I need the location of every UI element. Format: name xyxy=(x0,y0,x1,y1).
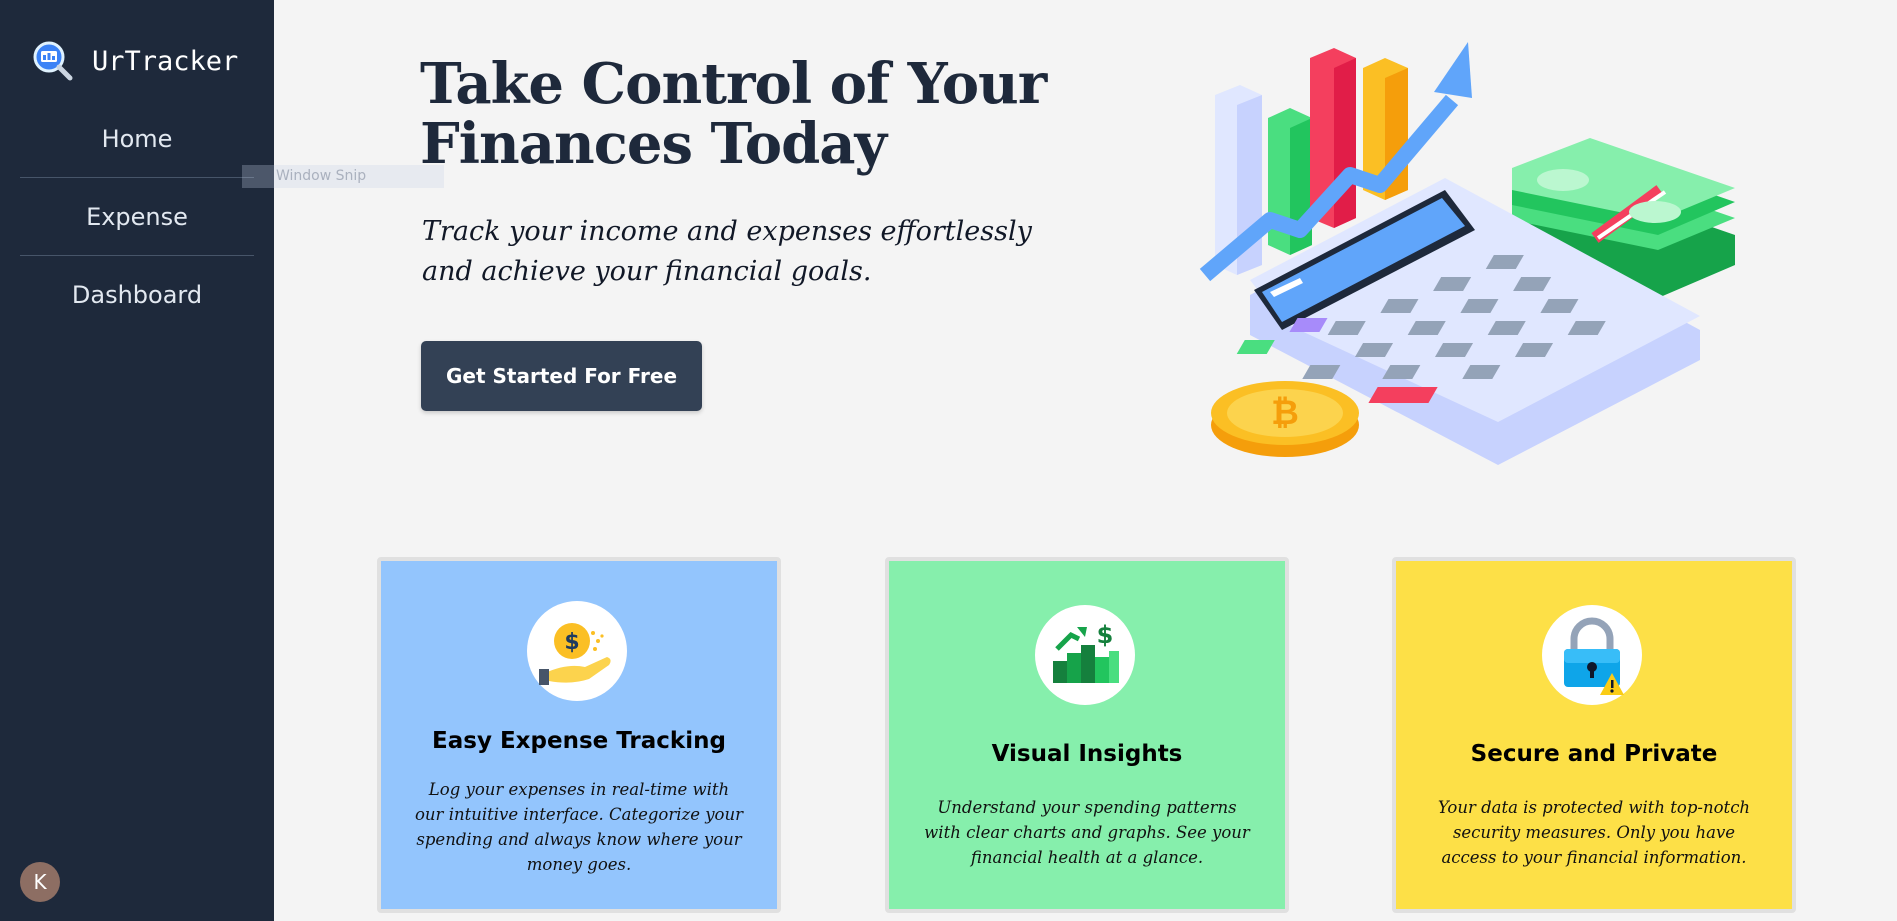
growth-chart-icon: $ xyxy=(1035,605,1135,705)
svg-text:$: $ xyxy=(1097,621,1114,649)
sidebar: UrTracker Home Expense Dashboard K xyxy=(0,0,274,921)
sidebar-item-expense[interactable]: Expense xyxy=(20,178,254,255)
feature-description: Understand your spending patterns with c… xyxy=(924,798,1250,867)
get-started-button[interactable]: Get Started For Free xyxy=(421,341,702,411)
feature-description: Your data is protected with top-notch se… xyxy=(1437,798,1751,867)
feature-card-visual-insights: $ Visual Insights Understand your spendi… xyxy=(885,557,1289,913)
svg-text:$: $ xyxy=(564,630,579,655)
hero-subtitle: Track your income and expenses effortles… xyxy=(422,216,1032,287)
feature-title: Visual Insights xyxy=(991,741,1183,767)
sidebar-nav: Home Expense Dashboard xyxy=(20,100,254,333)
magnifier-chart-icon xyxy=(32,40,74,82)
avatar[interactable]: K xyxy=(20,862,60,902)
window-snip-overlay: Window Snip xyxy=(242,165,444,188)
brand-name: UrTracker xyxy=(92,45,239,77)
brand[interactable]: UrTracker xyxy=(32,40,238,82)
feature-title: Easy Expense Tracking xyxy=(432,728,726,754)
sidebar-item-dashboard[interactable]: Dashboard xyxy=(20,256,254,333)
feature-description: Log your expenses in real-time with our … xyxy=(415,780,743,874)
sidebar-item-home[interactable]: Home xyxy=(20,100,254,177)
finance-illustration: ₿ xyxy=(1190,40,1750,470)
svg-text:₿: ₿ xyxy=(1271,393,1299,433)
feature-title: Secure and Private xyxy=(1470,741,1718,767)
padlock-icon xyxy=(1542,605,1642,705)
feature-card-expense-tracking: $ Easy Expense Tracking Log your expense… xyxy=(377,557,781,913)
hero-title: Take Control of Your Finances Today xyxy=(420,51,1047,177)
feature-card-secure-private: Secure and Private Your data is protecte… xyxy=(1392,557,1796,913)
coin-hand-icon: $ xyxy=(527,601,627,701)
